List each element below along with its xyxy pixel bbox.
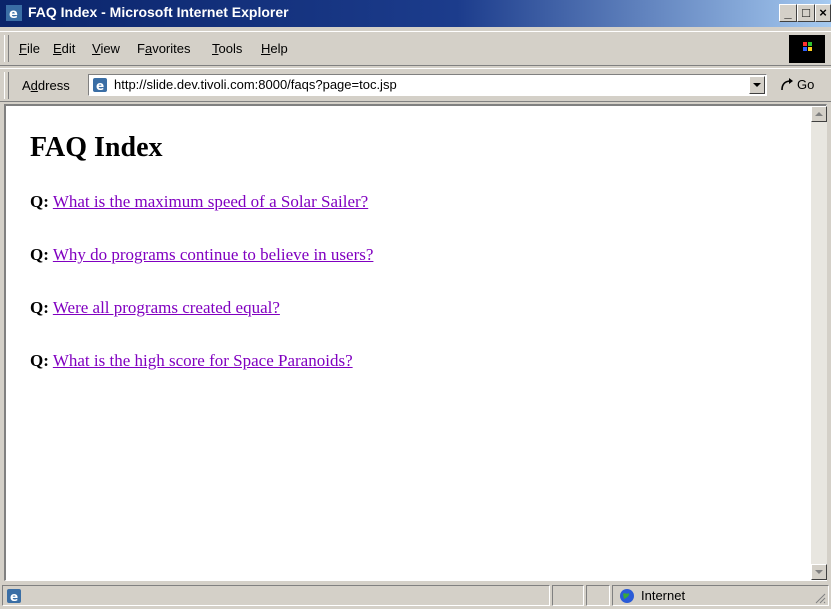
chevron-up-icon <box>815 112 823 116</box>
faq-link-space-paranoids[interactable]: What is the high score for Space Paranoi… <box>53 351 353 370</box>
ie-logo-icon: e <box>92 77 108 93</box>
go-arrow-icon <box>779 76 795 94</box>
menu-bar: File Edit View Favorites Tools Help <box>0 31 831 66</box>
address-label: Address <box>22 78 70 93</box>
minimize-icon: _ <box>784 5 792 20</box>
menu-view[interactable]: View <box>92 41 120 56</box>
address-dropdown-button[interactable] <box>749 76 765 94</box>
status-zone-pane: Internet <box>612 585 829 606</box>
faq-item: Q: What is the maximum speed of a Solar … <box>30 192 373 245</box>
vertical-scrollbar[interactable] <box>811 106 827 580</box>
minimize-button[interactable]: _ <box>779 4 797 22</box>
address-url-text[interactable]: http://slide.dev.tivoli.com:8000/faqs?pa… <box>114 77 397 92</box>
address-bar: Address e http://slide.dev.tivoli.com:80… <box>0 68 831 102</box>
status-bar: e Internet <box>0 583 831 608</box>
globe-icon <box>619 588 635 604</box>
content-pane: FAQ Index Q: What is the maximum speed o… <box>4 104 827 581</box>
svg-text:e: e <box>10 590 18 604</box>
throbber-logo-icon <box>789 35 825 63</box>
toolbar-grip[interactable] <box>4 35 9 62</box>
status-pane-progress <box>552 585 584 606</box>
status-main-pane: e <box>2 585 550 606</box>
resize-grip-icon[interactable] <box>814 591 826 604</box>
scroll-up-button[interactable] <box>811 106 827 122</box>
page-title: FAQ Index <box>30 132 163 163</box>
close-icon: × <box>819 5 827 20</box>
zone-label: Internet <box>641 588 686 603</box>
browser-window: e FAQ Index - Microsoft Internet Explore… <box>0 0 831 608</box>
faq-list: Q: What is the maximum speed of a Solar … <box>30 192 373 404</box>
go-button[interactable]: Go <box>777 76 829 96</box>
faq-item: Q: Why do programs continue to believe i… <box>30 245 373 298</box>
menu-help[interactable]: Help <box>261 41 288 56</box>
menu-tools[interactable]: Tools <box>212 41 242 56</box>
go-label: Go <box>797 77 815 92</box>
menu-file[interactable]: File <box>19 41 40 56</box>
menu-edit[interactable]: Edit <box>53 41 75 56</box>
faq-item: Q: Were all programs created equal? <box>30 298 373 351</box>
faq-item: Q: What is the high score for Space Para… <box>30 351 373 404</box>
scroll-down-button[interactable] <box>811 564 827 580</box>
address-input[interactable]: e http://slide.dev.tivoli.com:8000/faqs?… <box>88 74 767 96</box>
question-label: Q: <box>30 245 49 264</box>
chevron-down-icon <box>753 83 761 87</box>
maximize-button[interactable]: □ <box>797 4 815 22</box>
ie-logo-icon: e <box>6 588 22 604</box>
question-label: Q: <box>30 298 49 317</box>
maximize-icon: □ <box>802 5 810 20</box>
web-page: FAQ Index Q: What is the maximum speed o… <box>6 106 809 580</box>
question-label: Q: <box>30 351 49 370</box>
status-pane-security <box>586 585 610 606</box>
menu-favorites[interactable]: Favorites <box>137 41 190 56</box>
title-bar[interactable]: e FAQ Index - Microsoft Internet Explore… <box>0 0 831 27</box>
close-button[interactable]: × <box>815 4 831 22</box>
svg-text:e: e <box>9 7 18 21</box>
faq-link-solar-sailer[interactable]: What is the maximum speed of a Solar Sai… <box>53 192 368 211</box>
faq-link-created-equal[interactable]: Were all programs created equal? <box>53 298 280 317</box>
chevron-down-icon <box>815 570 823 574</box>
svg-text:e: e <box>96 79 104 93</box>
faq-link-believe-in-users[interactable]: Why do programs continue to believe in u… <box>53 245 374 264</box>
toolbar-grip[interactable] <box>4 72 9 99</box>
window-title: FAQ Index - Microsoft Internet Explorer <box>28 4 289 20</box>
ie-logo-icon[interactable]: e <box>6 5 22 22</box>
question-label: Q: <box>30 192 49 211</box>
